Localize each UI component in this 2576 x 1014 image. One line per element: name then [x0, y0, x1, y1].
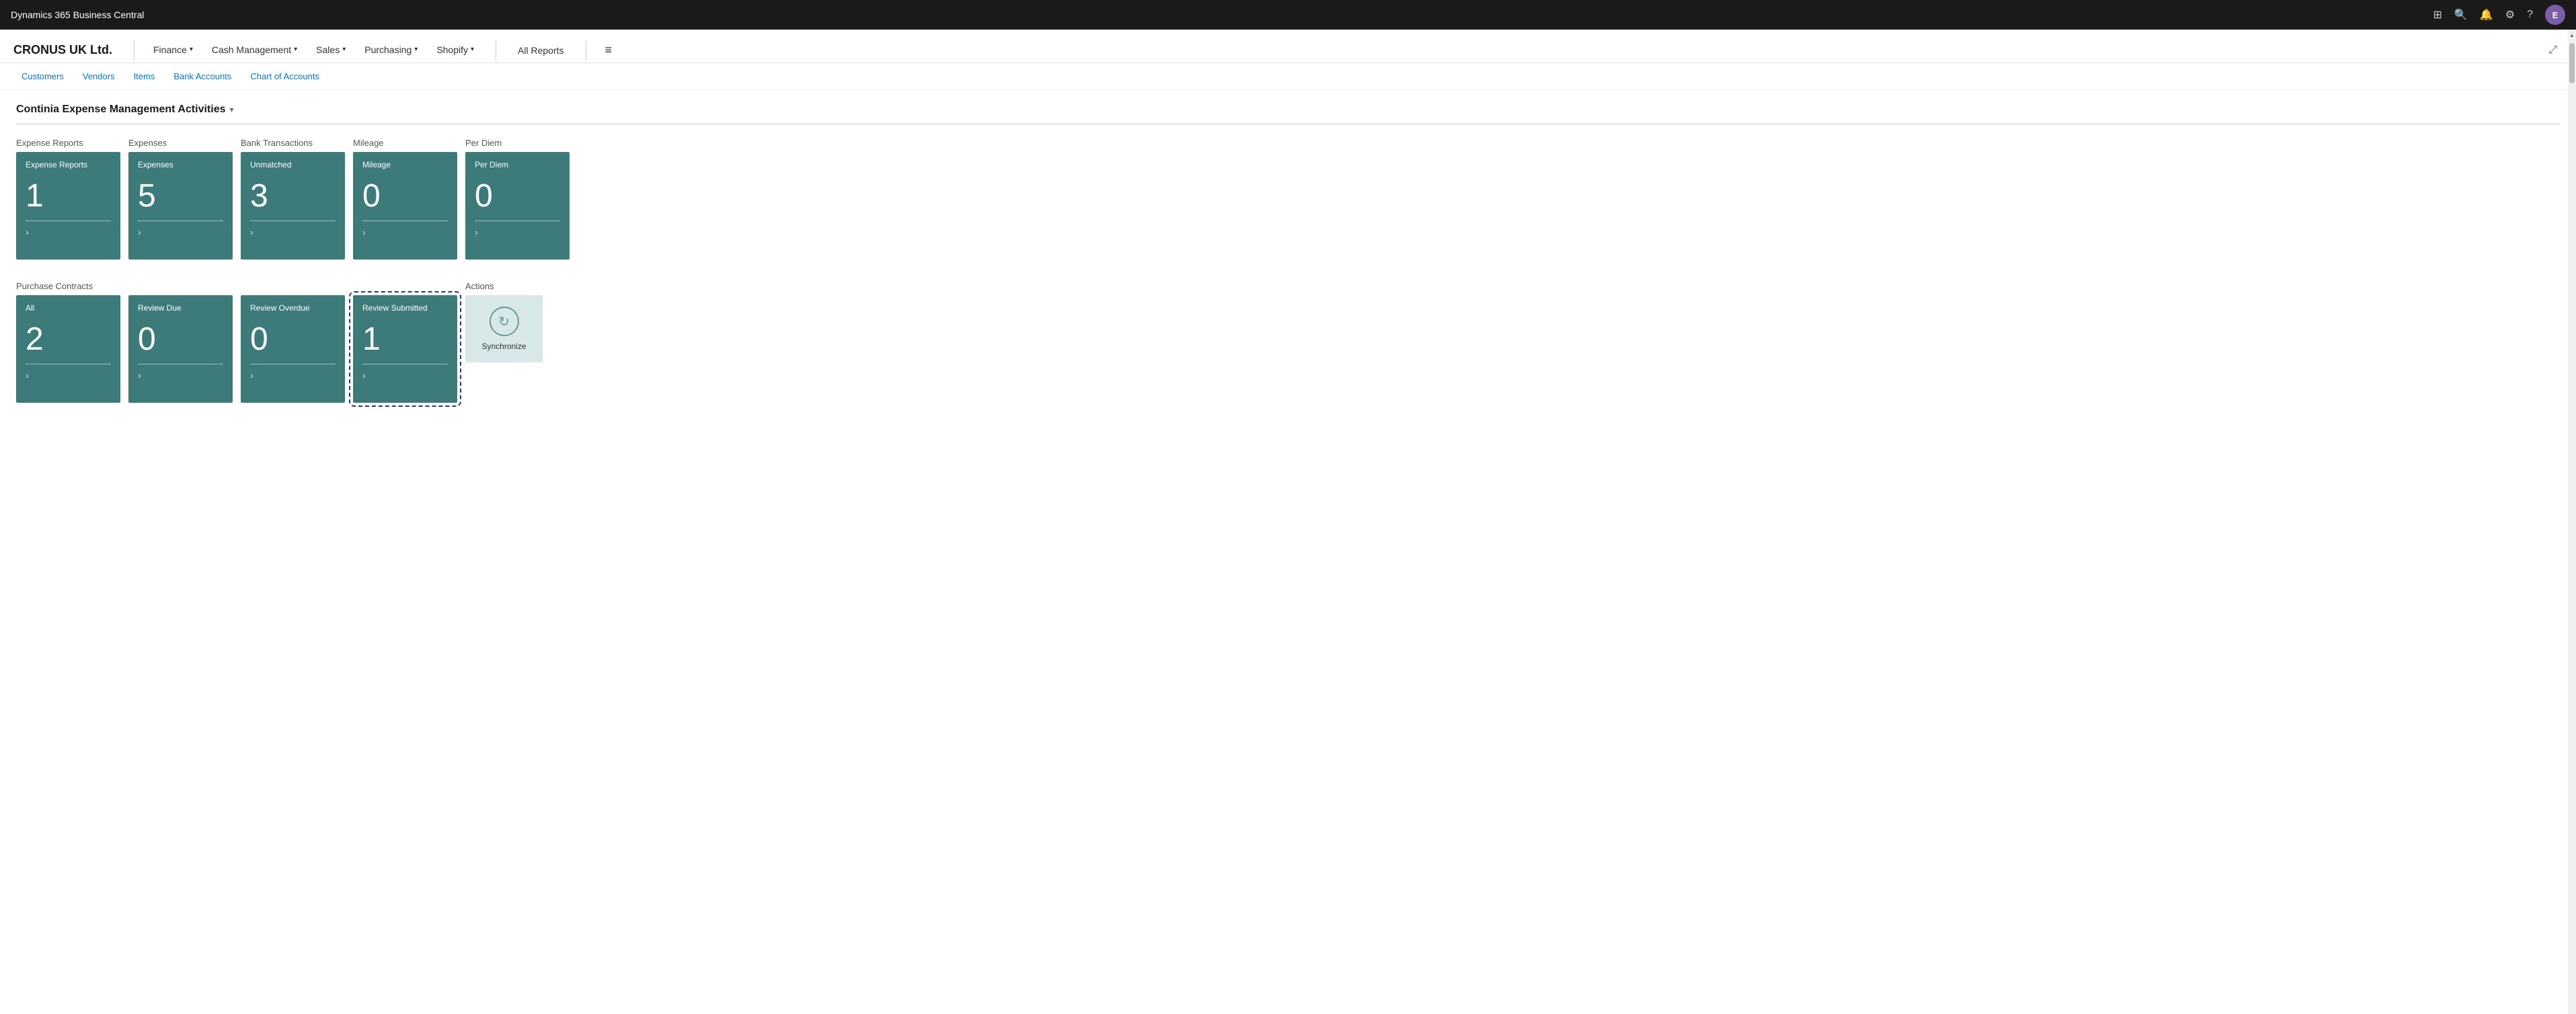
nav-item-shopify[interactable]: Shopify ▾	[428, 39, 482, 62]
nav-item-sales-caret: ▾	[342, 46, 346, 53]
card-number-review-overdue: 0	[250, 322, 336, 358]
card-number-review-due: 0	[138, 322, 223, 358]
card-per-diem[interactable]: Per Diem 0 ›	[465, 152, 570, 260]
expand-icon[interactable]: ⤢	[2543, 39, 2563, 62]
card-group-label-per-diem: Per Diem	[465, 138, 570, 148]
card-group-mileage: Mileage Mileage 0 ›	[353, 138, 457, 260]
card-number-purchase-all: 2	[26, 322, 111, 358]
card-number-expense-reports: 1	[26, 179, 111, 214]
purchase-row: Purchase Contracts All 2 › Review Due 0 …	[16, 281, 2560, 403]
card-review-submitted[interactable]: Review Submitted 1 ›	[353, 295, 457, 403]
subnav-item-customers[interactable]: Customers	[13, 69, 72, 84]
top-bar-icons: ⊞ 🔍 🔔 ⚙ ? E	[2433, 5, 2566, 25]
card-number-bank-transactions: 3	[250, 179, 336, 214]
card-title-mileage: Mileage	[362, 160, 448, 171]
nav-item-cash-management[interactable]: Cash Management ▾	[204, 39, 305, 62]
synchronize-icon: ↻	[490, 307, 519, 336]
card-arrow-review-submitted[interactable]: ›	[362, 370, 448, 381]
card-title-purchase-all: All	[26, 303, 111, 314]
nav-item-purchasing[interactable]: Purchasing ▾	[356, 39, 426, 62]
card-group-expenses: Expenses Expenses 5 ›	[128, 138, 233, 260]
secondary-nav: CRONUS UK Ltd. Finance ▾ Cash Management…	[0, 30, 2576, 63]
card-arrow-mileage[interactable]: ›	[362, 227, 448, 237]
top-bar: Dynamics 365 Business Central ⊞ 🔍 🔔 ⚙ ? …	[0, 0, 2576, 30]
actions-group: Actions ↻ Synchronize	[465, 281, 543, 362]
card-title-review-due: Review Due	[138, 303, 223, 314]
purchase-contracts-label: Purchase Contracts	[16, 281, 457, 291]
nav-item-sales[interactable]: Sales ▾	[308, 39, 354, 62]
card-number-expenses: 5	[138, 179, 223, 214]
grid-icon[interactable]: ⊞	[2433, 8, 2442, 22]
nav-item-purchasing-caret: ▾	[414, 46, 418, 53]
card-review-overdue[interactable]: Review Overdue 0 ›	[241, 295, 345, 403]
card-group-per-diem: Per Diem Per Diem 0 ›	[465, 138, 570, 260]
card-number-per-diem: 0	[475, 179, 560, 214]
section-caret[interactable]: ▾	[229, 105, 233, 114]
card-title-review-overdue: Review Overdue	[250, 303, 336, 314]
purchase-contracts-group: Purchase Contracts All 2 › Review Due 0 …	[16, 281, 457, 403]
card-arrow-expenses[interactable]: ›	[138, 227, 223, 237]
card-arrow-purchase-all[interactable]: ›	[26, 370, 111, 381]
nav-item-finance-label: Finance	[153, 44, 187, 55]
bell-icon[interactable]: 🔔	[2480, 8, 2493, 22]
nav-item-finance[interactable]: Finance ▾	[145, 39, 201, 62]
scrollbar-thumb[interactable]	[2569, 43, 2575, 83]
subnav-item-chart-of-accounts[interactable]: Chart of Accounts	[242, 69, 327, 84]
nav-item-shopify-caret: ▾	[471, 46, 474, 53]
card-bank-transactions[interactable]: Unmatched 3 ›	[241, 152, 345, 260]
main-content: Continia Expense Management Activities ▾…	[0, 90, 2576, 416]
card-arrow-per-diem[interactable]: ›	[475, 227, 560, 237]
action-synchronize-label: Synchronize	[481, 342, 526, 351]
avatar[interactable]: E	[2545, 5, 2565, 25]
card-title-expense-reports: Expense Reports	[26, 160, 111, 171]
card-title-expenses: Expenses	[138, 160, 223, 171]
subnav-item-bank-accounts[interactable]: Bank Accounts	[165, 69, 239, 84]
company-name: CRONUS UK Ltd.	[13, 43, 112, 57]
nav-item-cash-management-caret: ▾	[294, 46, 297, 53]
card-expense-reports[interactable]: Expense Reports 1 ›	[16, 152, 120, 260]
card-purchase-all[interactable]: All 2 ›	[16, 295, 120, 403]
section-title: Continia Expense Management Activities	[16, 104, 225, 116]
scrollbar: ▲	[2568, 30, 2576, 1014]
nav-all-reports[interactable]: All Reports	[510, 40, 572, 61]
card-number-mileage: 0	[362, 179, 448, 214]
card-group-label-expenses: Expenses	[128, 138, 233, 148]
card-title-bank-transactions: Unmatched	[250, 160, 336, 171]
card-arrow-bank-transactions[interactable]: ›	[250, 227, 336, 237]
card-arrow-expense-reports[interactable]: ›	[26, 227, 111, 237]
subnav-item-vendors[interactable]: Vendors	[75, 69, 123, 84]
card-group-label-bank-transactions: Bank Transactions	[241, 138, 345, 148]
card-group-bank-transactions: Bank Transactions Unmatched 3 ›	[241, 138, 345, 260]
scrollbar-up[interactable]: ▲	[2568, 30, 2576, 40]
nav-menu: Finance ▾ Cash Management ▾ Sales ▾ Purc…	[145, 38, 2543, 63]
search-icon[interactable]: 🔍	[2454, 8, 2468, 22]
settings-icon[interactable]: ⚙	[2505, 8, 2515, 22]
help-icon[interactable]: ?	[2527, 9, 2533, 21]
card-title-review-submitted: Review Submitted	[362, 303, 448, 314]
card-group-label-mileage: Mileage	[353, 138, 457, 148]
card-group-label-expense-reports: Expense Reports	[16, 138, 120, 148]
nav-hamburger[interactable]: ≡	[600, 38, 618, 63]
actions-label: Actions	[465, 281, 543, 291]
nav-item-finance-caret: ▾	[190, 46, 193, 53]
card-review-due[interactable]: Review Due 0 ›	[128, 295, 233, 403]
nav-item-purchasing-label: Purchasing	[364, 44, 412, 55]
nav-item-sales-label: Sales	[316, 44, 340, 55]
nav-item-cash-management-label: Cash Management	[212, 44, 291, 55]
section-header: Continia Expense Management Activities ▾	[16, 104, 2560, 116]
nav-item-shopify-label: Shopify	[436, 44, 468, 55]
action-synchronize[interactable]: ↻ Synchronize	[465, 295, 543, 362]
card-group-expense-reports: Expense Reports Expense Reports 1 ›	[16, 138, 120, 260]
card-arrow-review-overdue[interactable]: ›	[250, 370, 336, 381]
card-expenses[interactable]: Expenses 5 ›	[128, 152, 233, 260]
card-arrow-review-due[interactable]: ›	[138, 370, 223, 381]
subnav-item-items[interactable]: Items	[126, 69, 163, 84]
card-title-per-diem: Per Diem	[475, 160, 560, 171]
card-number-review-submitted: 1	[362, 322, 448, 358]
card-mileage[interactable]: Mileage 0 ›	[353, 152, 457, 260]
purchase-cards: All 2 › Review Due 0 › Review Overdue 0	[16, 295, 457, 403]
sub-nav: Customers Vendors Items Bank Accounts Ch…	[0, 63, 2576, 90]
app-title: Dynamics 365 Business Central	[11, 9, 144, 20]
expense-cards-row: Expense Reports Expense Reports 1 › Expe…	[16, 138, 2560, 260]
